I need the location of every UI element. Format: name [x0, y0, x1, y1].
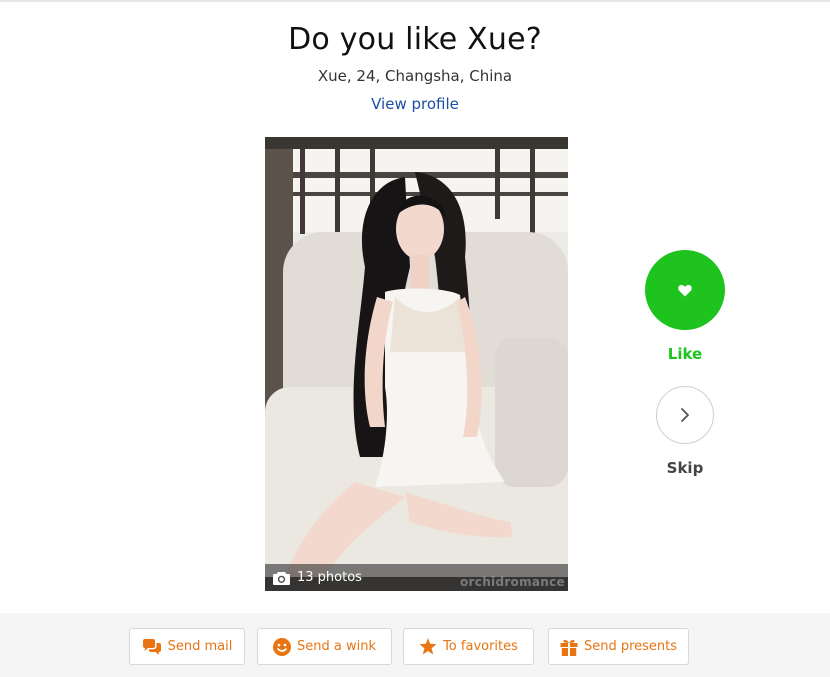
profile-photo[interactable]: 13 photos orchidromance: [265, 137, 568, 591]
smiley-icon: [273, 637, 291, 656]
view-profile-label[interactable]: View profile: [371, 95, 459, 113]
send-mail-button[interactable]: Send mail: [129, 628, 245, 665]
send-mail-label: Send mail: [167, 639, 233, 654]
to-favorites-button[interactable]: To favorites: [403, 628, 534, 665]
photo-watermark: orchidromance: [460, 575, 565, 589]
send-wink-button[interactable]: Send a wink: [257, 628, 392, 665]
skip-label: Skip: [666, 459, 704, 477]
heart-icon: [678, 284, 692, 296]
top-divider: [0, 0, 830, 2]
send-wink-label: Send a wink: [297, 639, 376, 654]
photo-count-label: 13 photos: [297, 570, 362, 585]
to-favorites-label: To favorites: [443, 639, 518, 654]
chevron-right-icon: [681, 408, 689, 422]
profile-summary: Xue, 24, Changsha, China: [317, 67, 513, 85]
skip-button[interactable]: [656, 386, 714, 444]
gift-icon: [560, 639, 578, 656]
send-presents-button[interactable]: Send presents: [548, 628, 689, 665]
profile-photo-image: [265, 137, 568, 591]
bottom-action-bar: Send mail Send a wink To favorites Send …: [0, 613, 830, 677]
camera-icon: [273, 571, 290, 585]
view-profile-link[interactable]: View profile: [0, 95, 830, 113]
like-button[interactable]: [645, 250, 725, 330]
chat-bubbles-icon: [142, 638, 161, 655]
send-presents-label: Send presents: [583, 639, 678, 654]
star-icon: [419, 638, 437, 655]
page-title: Do you like Xue?: [288, 22, 542, 57]
like-label: Like: [667, 345, 703, 363]
